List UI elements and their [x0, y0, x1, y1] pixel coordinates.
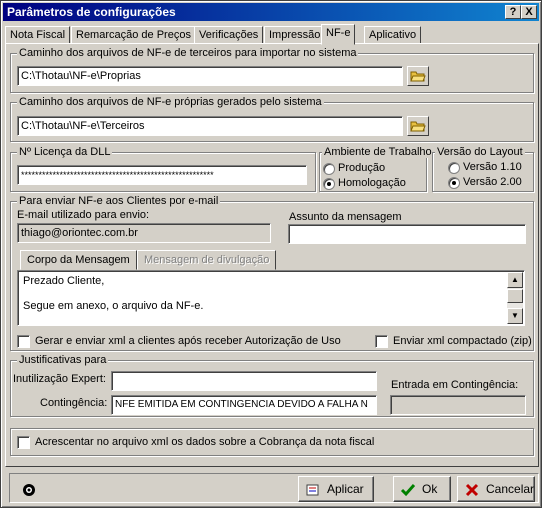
environment-group: Ambiente de Trabalho Produção Homologaçã…: [319, 146, 434, 192]
footer-bar: Aplicar Ok Cancelar: [5, 471, 539, 505]
tab-strip: Nota Fiscal Remarcação de Preços Verific…: [5, 24, 539, 45]
scroll-up-button[interactable]: ▲: [507, 272, 523, 288]
ok-button[interactable]: Ok: [393, 476, 451, 502]
sender-email-input[interactable]: thiago@oriontec.com.br: [17, 223, 271, 243]
justifications-group: Justificativas para Inutilização Expert:…: [10, 354, 534, 417]
import-path-legend: Caminho dos arquivos de NF-e de terceiro…: [17, 47, 359, 59]
apply-button[interactable]: Aplicar: [298, 476, 374, 502]
compact-xml-label: Enviar xml compactado (zip): [393, 335, 532, 347]
tab-message-body[interactable]: Corpo da Mensagem: [20, 250, 137, 270]
contingencia-input[interactable]: NFE EMITIDA EM CONTINGENCIA DEVIDO A FAL…: [111, 395, 377, 415]
inutilizacao-label: Inutilização Expert:: [13, 373, 106, 385]
message-line-2: Segue em anexo, o arquivo da NF-e.: [23, 300, 204, 312]
apply-icon: [306, 484, 319, 496]
import-path-input[interactable]: C:\Thotau\NF-e\Proprias: [17, 66, 403, 86]
tab-nfe[interactable]: NF-e: [321, 24, 356, 45]
own-path-legend: Caminho dos arquivos de NF-e próprias ge…: [17, 96, 324, 108]
sender-email-label: E-mail utilizado para envio:: [17, 209, 150, 221]
import-path-browse-button[interactable]: [407, 66, 429, 86]
environment-producao-radio[interactable]: [323, 163, 335, 175]
message-line-1: Prezado Cliente,: [23, 275, 105, 287]
license-group: Nº Licença da DLL **********************…: [10, 146, 316, 192]
own-path-browse-button[interactable]: [407, 116, 429, 136]
checkmark-icon: [400, 484, 416, 497]
subject-input[interactable]: [288, 224, 526, 244]
ok-label: Ok: [422, 482, 438, 497]
help-button[interactable]: ?: [505, 5, 521, 19]
config-window: Parâmetros de configurações ? X Nota Fis…: [0, 0, 542, 508]
status-icon: [23, 484, 35, 496]
contingencia-label: Contingência:: [40, 397, 108, 409]
tab-promo-message[interactable]: Mensagem de divulgação: [137, 250, 277, 270]
scroll-thumb[interactable]: [507, 289, 523, 303]
email-legend: Para enviar NF-e aos Clientes por e-mail: [17, 195, 221, 207]
entrada-contingencia-label: Entrada em Contingência:: [391, 379, 519, 391]
subject-label: Assunto da mensagem: [289, 211, 402, 223]
layout-version-group: Versão do Layout Versão 1.10 Versão 2.00: [432, 146, 534, 192]
layout-v110-radio[interactable]: [448, 162, 460, 174]
apply-label: Aplicar: [327, 482, 364, 497]
billing-group: Acrescentar no arquivo xml os dados sobr…: [10, 428, 534, 456]
license-input[interactable]: ****************************************…: [17, 165, 307, 185]
layout-v200-radio[interactable]: [448, 177, 460, 189]
justifications-legend: Justificativas para: [17, 354, 109, 366]
layout-v110-label: Versão 1.10: [463, 161, 522, 173]
import-path-group: Caminho dos arquivos de NF-e de terceiro…: [10, 47, 534, 93]
tab-nota-fiscal[interactable]: Nota Fiscal: [5, 26, 71, 44]
message-body-memo[interactable]: Prezado Cliente, Segue em anexo, o arqui…: [17, 270, 525, 326]
license-legend: Nº Licença da DLL: [17, 146, 113, 158]
own-path-group: Caminho dos arquivos de NF-e próprias ge…: [10, 96, 534, 142]
environment-homologacao-label: Homologação: [338, 177, 406, 189]
cancel-x-icon: [465, 483, 479, 497]
compact-xml-checkbox[interactable]: [375, 335, 388, 348]
tab-impressao[interactable]: Impressão: [264, 26, 326, 44]
cancel-label: Cancelar: [486, 482, 535, 497]
environment-producao-label: Produção: [338, 162, 386, 174]
title-bar: Parâmetros de configurações ? X: [3, 3, 539, 21]
billing-checkbox[interactable]: [17, 436, 30, 449]
billing-label: Acrescentar no arquivo xml os dados sobr…: [35, 436, 375, 448]
layout-v200-label: Versão 2.00: [463, 176, 522, 188]
nfe-panel: Caminho dos arquivos de NF-e de terceiro…: [5, 43, 539, 467]
inutilizacao-input[interactable]: [111, 371, 377, 391]
environment-homologacao-radio[interactable]: [323, 178, 335, 190]
environment-legend: Ambiente de Trabalho: [322, 146, 434, 158]
entrada-contingencia-input[interactable]: [390, 395, 526, 415]
memo-scrollbar[interactable]: ▲ ▼: [507, 272, 523, 324]
email-group: Para enviar NF-e aos Clientes por e-mail…: [10, 195, 534, 351]
scroll-down-button[interactable]: ▼: [507, 308, 523, 324]
tab-remarcacao[interactable]: Remarcação de Preços: [71, 26, 196, 44]
folder-icon: [410, 71, 426, 82]
generate-xml-label: Gerar e enviar xml a clientes após receb…: [35, 335, 341, 347]
window-title: Parâmetros de configurações: [7, 5, 176, 19]
close-button[interactable]: X: [521, 5, 537, 19]
layout-version-legend: Versão do Layout: [435, 146, 525, 158]
tab-verificacoes[interactable]: Verificações: [194, 26, 264, 44]
cancel-button[interactable]: Cancelar: [457, 476, 535, 502]
own-path-input[interactable]: C:\Thotau\NF-e\Terceiros: [17, 116, 403, 136]
generate-xml-checkbox[interactable]: [17, 335, 30, 348]
folder-icon: [410, 121, 426, 132]
tab-aplicativo[interactable]: Aplicativo: [364, 26, 422, 44]
